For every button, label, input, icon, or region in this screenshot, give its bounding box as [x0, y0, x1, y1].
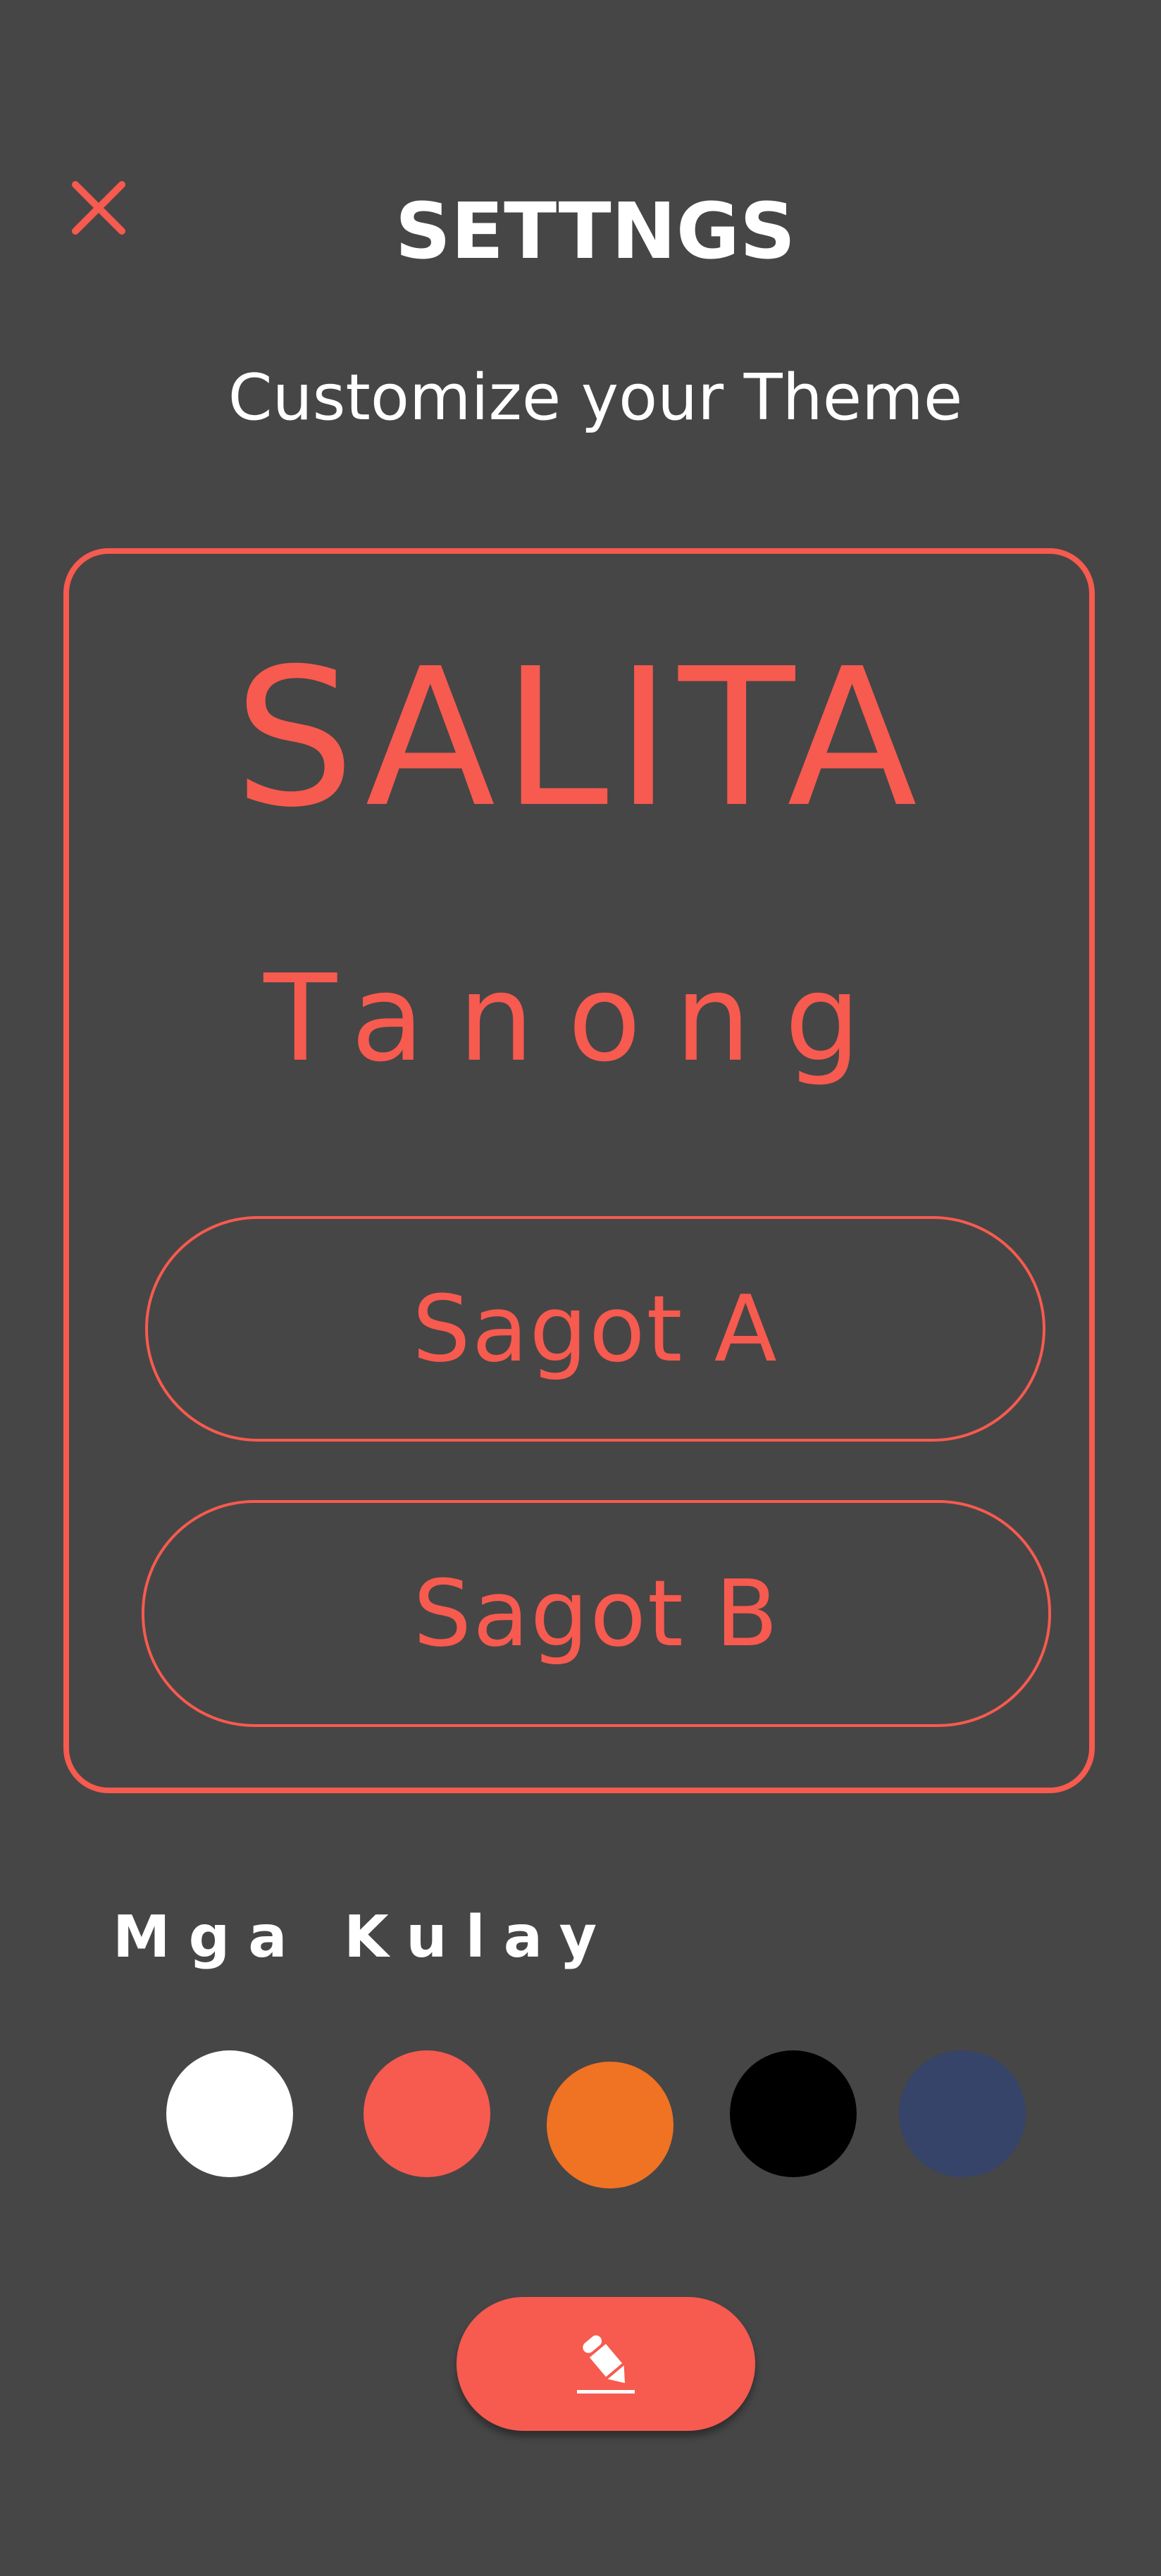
color-swatch-coral[interactable]	[364, 2050, 490, 2177]
answer-b-label: Sagot B	[413, 1560, 780, 1667]
color-swatch-black[interactable]	[730, 2050, 857, 2177]
answer-a-button[interactable]: Sagot A	[145, 1216, 1045, 1442]
color-swatch-navy[interactable]	[899, 2050, 1026, 2177]
colors-label: Mga Kulay	[113, 1904, 616, 1971]
preview-word: SALITA	[234, 627, 924, 849]
edit-theme-button[interactable]	[457, 2297, 755, 2431]
answer-a-label: Sagot A	[412, 1275, 778, 1382]
color-swatch-orange[interactable]	[547, 2062, 673, 2188]
page-title: SETTNGS	[395, 186, 796, 276]
color-swatch-white[interactable]	[166, 2050, 293, 2177]
page-subtitle: Customize your Theme	[228, 361, 963, 435]
pencil-icon	[577, 2335, 635, 2394]
theme-preview-card: SALITA Tanong Sagot A Sagot B	[63, 548, 1095, 1793]
answer-b-button[interactable]: Sagot B	[142, 1500, 1051, 1727]
preview-question: Tanong	[263, 949, 895, 1089]
